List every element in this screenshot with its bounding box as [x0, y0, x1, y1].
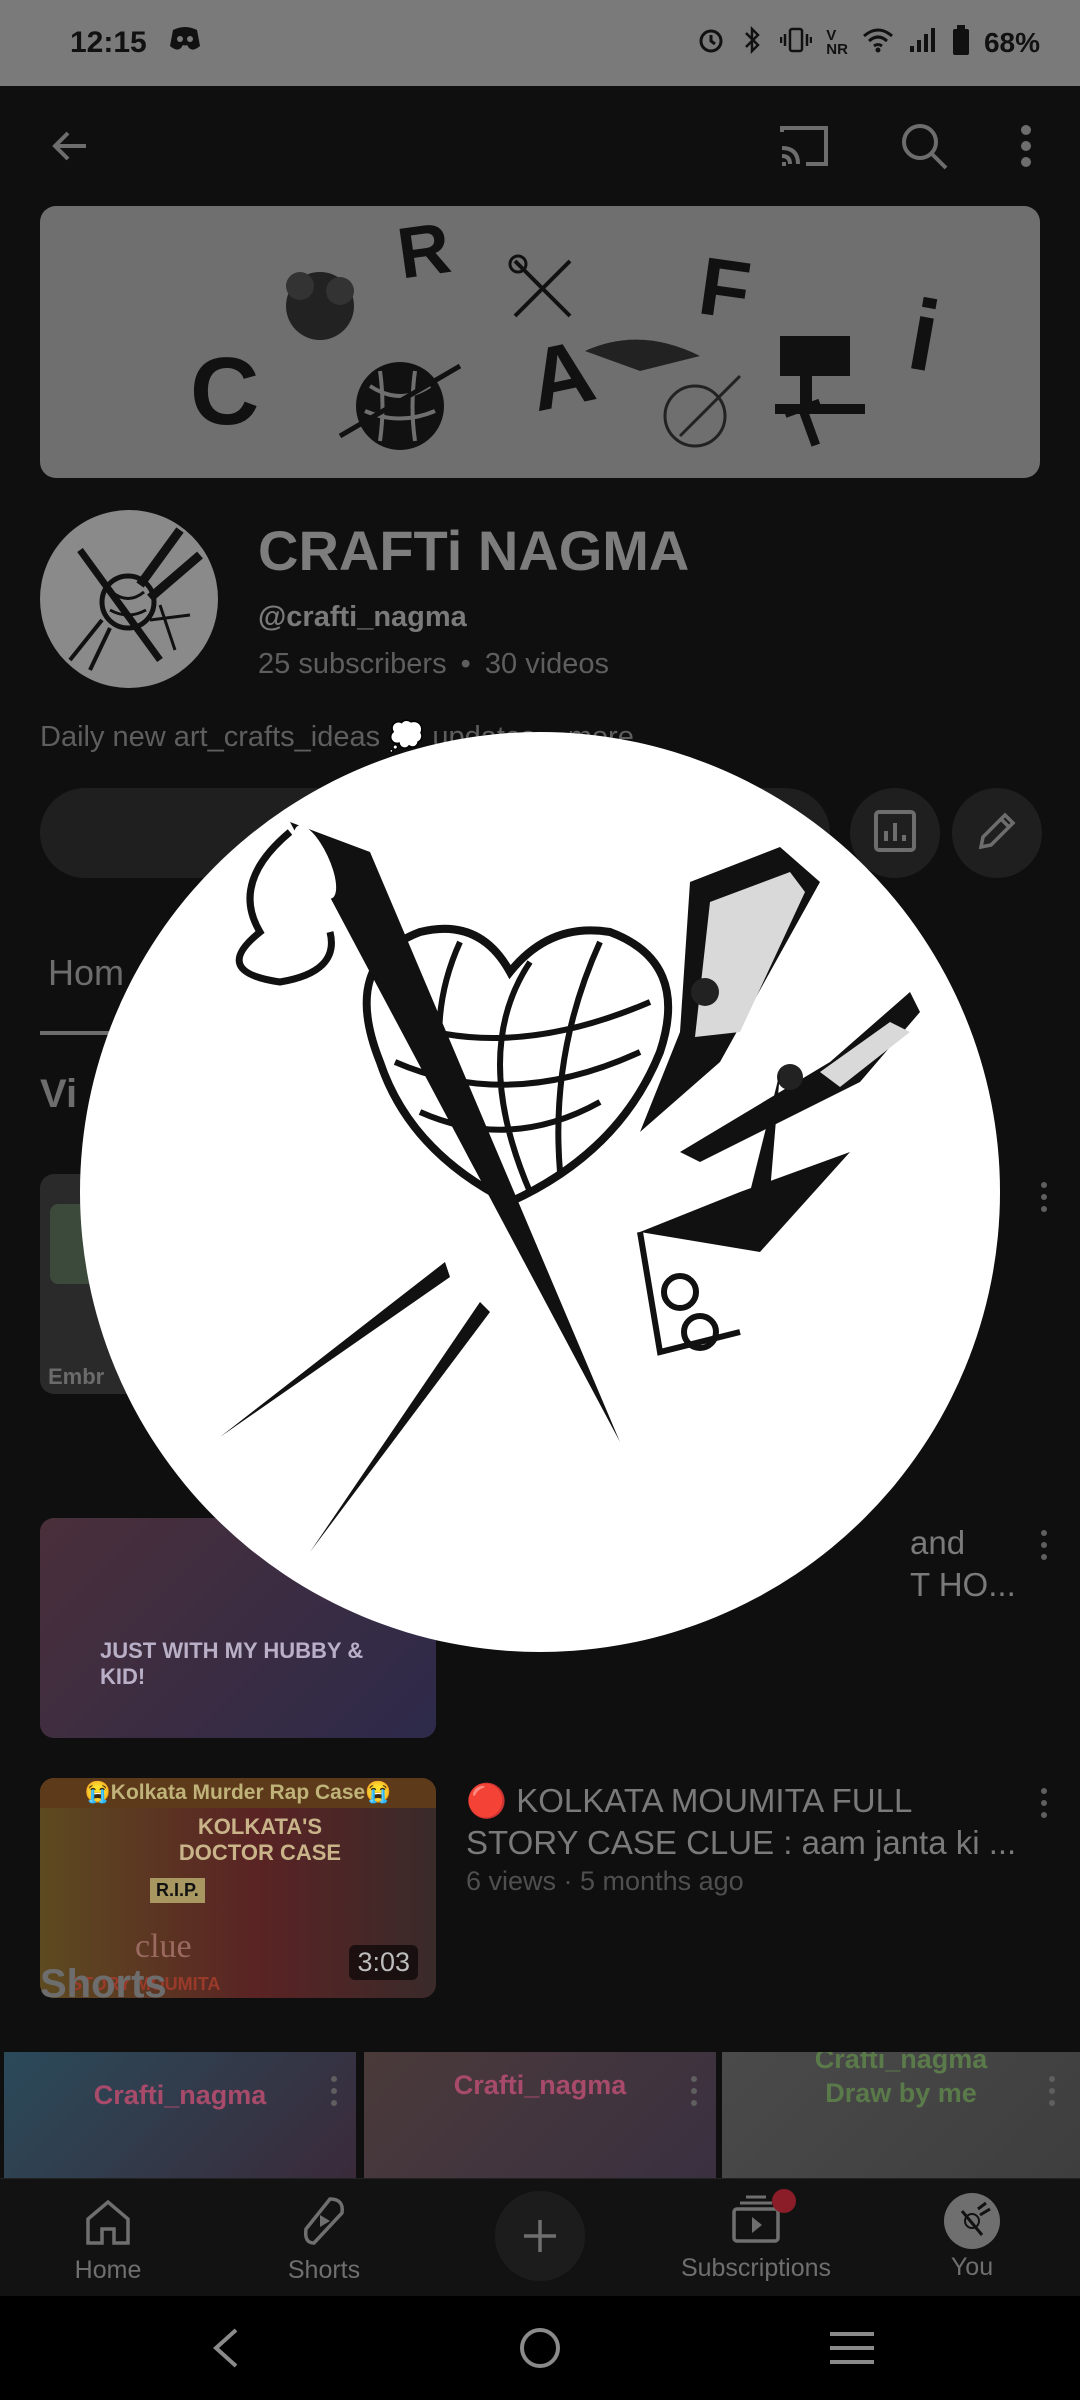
video-meta: 6 views · 5 months ago [466, 1866, 744, 1896]
tab-home[interactable]: Hom [48, 952, 124, 994]
svg-text:i: i [900, 278, 947, 393]
thumbnail-caption: Embr [48, 1364, 105, 1389]
top-app-bar [0, 86, 1080, 206]
cast-icon[interactable] [772, 114, 836, 178]
edit-channel-button[interactable] [952, 788, 1042, 878]
svg-text:F: F [694, 241, 756, 338]
notification-dot [772, 2189, 796, 2213]
short-label: Crafti_nagma [453, 2070, 627, 2100]
subscriber-count: 25 subscribers [258, 648, 447, 680]
subscriptions-icon [730, 2189, 796, 2250]
short-label: Crafti_nagma [814, 2052, 988, 2074]
plus-icon [495, 2191, 585, 2281]
short-thumbnail[interactable]: Crafti_nagma Draw by me [722, 2052, 1080, 2178]
videos-section-title: Vi [40, 1072, 78, 1116]
nav-home-label: Home [74, 2256, 142, 2284]
alarm-icon [696, 25, 726, 62]
stats-separator: • [460, 648, 471, 680]
bottom-navigation: Home Shorts Subscriptions You [0, 2178, 1080, 2297]
thumbnail-caption: KOLKATA'S DOCTOR CASE [178, 1814, 342, 1865]
video-title-line: T HO... [910, 1566, 1016, 1603]
you-avatar [944, 2193, 1000, 2249]
signal-icon [908, 26, 938, 61]
discord-icon [169, 26, 201, 60]
search-icon[interactable] [892, 114, 956, 178]
shorts-icon [300, 2195, 348, 2252]
short-label: Draw by me [825, 2078, 977, 2108]
nav-you[interactable]: You [882, 2179, 1062, 2297]
more-vert-icon[interactable] [690, 2076, 698, 2106]
channel-banner: C R A F T i [40, 206, 1040, 478]
nav-shorts-label: Shorts [287, 2256, 361, 2284]
pencil-icon [975, 809, 1019, 858]
battery-percent: 68% [983, 27, 1040, 58]
home-icon [82, 2197, 134, 2252]
avatar-preview-overlay[interactable] [80, 732, 1000, 1652]
status-bar: 12:15 V NR 68% [0, 0, 1080, 86]
nav-you-label: You [950, 2253, 994, 2281]
shorts-section-title: Shorts [40, 1962, 167, 2006]
more-vert-icon[interactable] [1006, 114, 1046, 178]
more-vert-icon[interactable] [1040, 1182, 1048, 1212]
thumbnail-rip: R.I.P. [150, 1878, 205, 1903]
short-label: Crafti_nagma [93, 2080, 267, 2110]
nav-home[interactable]: Home [18, 2179, 198, 2297]
wifi-icon [862, 26, 894, 61]
short-thumbnail[interactable]: Crafti_nagma [364, 2052, 716, 2178]
thumbnail-clue: clue [135, 1928, 192, 1965]
battery-icon [952, 24, 970, 62]
nav-subscriptions[interactable]: Subscriptions [666, 2179, 846, 2297]
short-thumbnail[interactable]: Crafti_nagma [4, 2052, 356, 2178]
system-home-icon[interactable] [518, 2326, 562, 2375]
more-vert-icon[interactable] [1040, 1788, 1048, 1818]
video-title[interactable]: and T HO... [910, 1522, 1020, 1606]
status-time: 12:15 [70, 26, 147, 59]
nav-create[interactable] [450, 2179, 630, 2297]
analytics-icon [873, 809, 917, 858]
volte-icon: V NR [826, 27, 848, 58]
arrow-left-icon[interactable] [40, 116, 100, 176]
system-back-icon[interactable] [206, 2326, 246, 2375]
video-count: 30 videos [484, 648, 610, 680]
more-vert-icon[interactable] [1040, 1530, 1048, 1560]
bluetooth-icon [740, 25, 766, 62]
system-navigation-bar [0, 2296, 1080, 2400]
more-vert-icon[interactable] [1048, 2076, 1056, 2106]
channel-logo-image [220, 822, 920, 1552]
system-recents-icon[interactable] [828, 2330, 876, 2371]
channel-name: CRAFTi NAGMA [258, 519, 690, 582]
banner-letter-c: C [190, 338, 259, 445]
vibrate-icon [780, 25, 813, 62]
channel-stats: 25 subscribers • 30 videos [258, 648, 609, 681]
channel-handle: @crafti_nagma [258, 601, 467, 633]
thumbnail-caption: JUST WITH MY HUBBY & KID! [100, 1638, 364, 1689]
svg-text:R: R [393, 208, 456, 294]
more-vert-icon[interactable] [330, 2076, 338, 2106]
nav-subscriptions-label: Subscriptions [680, 2254, 832, 2282]
video-title[interactable]: 🔴 KOLKATA MOUMITA FULL STORY CASE CLUE :… [466, 1780, 1026, 1864]
video-title-line: and [910, 1524, 966, 1561]
video-duration: 3:03 [349, 1945, 418, 1980]
nav-shorts[interactable]: Shorts [234, 2179, 414, 2297]
svg-text:A: A [520, 320, 603, 430]
thumbnail-header: 😭Kolkata Murder Rap Case😭 [40, 1778, 436, 1808]
channel-avatar[interactable] [40, 510, 218, 688]
